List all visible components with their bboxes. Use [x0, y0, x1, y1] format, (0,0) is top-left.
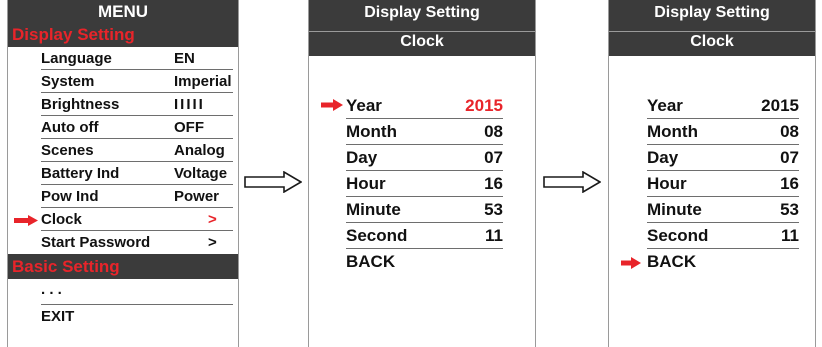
clock-row-day[interactable]: Day 07 [346, 145, 503, 171]
menu-item-label: Language [41, 50, 112, 67]
hollow-right-arrow-icon [543, 171, 601, 193]
clock-row-second[interactable]: Second 11 [346, 223, 503, 249]
clock-title-bar: Display Setting Clock [309, 0, 535, 56]
back-label: BACK [346, 252, 396, 271]
clock-row-label: Hour [346, 174, 386, 193]
menu-item-battery-ind[interactable]: Battery Ind Voltage [8, 162, 238, 185]
menu-item-auto-off[interactable]: Auto off OFF [8, 116, 238, 139]
screen-subtitle: Clock [400, 33, 444, 50]
clock-row-label: Day [346, 148, 378, 167]
clock-row-value: 11 [781, 226, 799, 245]
menu-item-value: OFF [174, 119, 204, 136]
clock-row-month[interactable]: Month 08 [647, 119, 799, 145]
clock-row-value: 08 [484, 122, 503, 141]
menu-item-value: Analog [174, 142, 225, 159]
chevron-right-icon: > [208, 211, 217, 228]
hollow-right-arrow-icon [244, 171, 302, 193]
screen-title: Display Setting [654, 4, 770, 21]
menu-item-label: Auto off [41, 119, 99, 136]
menu-item-label: Start Password [41, 234, 151, 251]
menu-title: MENU [8, 0, 238, 22]
divider [609, 31, 815, 32]
menu-item-label: System [41, 73, 95, 90]
clock-row-label: Month [647, 122, 698, 141]
clock-row-label: Month [346, 122, 397, 141]
clock-row-minute[interactable]: Minute 53 [647, 197, 799, 223]
clock-row-label: Year [647, 96, 683, 115]
clock-row-label: Minute [647, 200, 702, 219]
clock-row-year[interactable]: Year 2015 [647, 93, 799, 119]
menu-item-clock[interactable]: Clock > [8, 208, 238, 231]
menu-item-value: EN [174, 50, 195, 67]
menu-item-label: Scenes [41, 142, 94, 159]
clock-row-value: 11 [485, 226, 503, 245]
red-arrow-icon [321, 99, 343, 111]
clock-title-bar: Display Setting Clock [609, 0, 815, 56]
menu-item-pow-ind[interactable]: Pow Ind Power [8, 185, 238, 208]
menu-panel: MENU Display Setting Language EN System … [7, 0, 239, 347]
menu-item-label: . . . [41, 281, 62, 298]
brightness-level: IIIII [174, 96, 205, 113]
back-label: BACK [647, 252, 697, 271]
clock-row-label: Second [346, 226, 408, 245]
clock-row-value: 16 [484, 174, 503, 193]
menu-item-label: Pow Ind [41, 188, 99, 205]
clock-row-value: 08 [780, 122, 799, 141]
menu-item-value: Voltage [174, 165, 228, 182]
menu-item-value: Imperial [174, 73, 232, 90]
clock-row-value: 07 [780, 148, 799, 167]
menu-item-start-password[interactable]: Start Password > [8, 231, 238, 254]
screen-title: Display Setting [364, 4, 480, 21]
red-arrow-icon [621, 257, 641, 269]
clock-row-value: 07 [484, 148, 503, 167]
clock-row-year[interactable]: Year 2015 [346, 93, 503, 119]
clock-row-value: 16 [780, 174, 799, 193]
back-button[interactable]: BACK [647, 249, 799, 275]
screen-subtitle: Clock [690, 33, 734, 50]
clock-row-second[interactable]: Second 11 [647, 223, 799, 249]
menu-item-scenes[interactable]: Scenes Analog [8, 139, 238, 162]
menu-item-label: Brightness [41, 96, 120, 113]
clock-row-value: 53 [484, 200, 503, 219]
clock-row-value: 2015 [465, 96, 503, 115]
menu-item-brightness[interactable]: Brightness IIIII [8, 93, 238, 116]
back-button[interactable]: BACK [346, 249, 503, 275]
clock-row-label: Minute [346, 200, 401, 219]
clock-row-day[interactable]: Day 07 [647, 145, 799, 171]
clock-row-label: Year [346, 96, 382, 115]
clock-row-month[interactable]: Month 08 [346, 119, 503, 145]
menu-item-value: Power [174, 188, 220, 205]
clock-row-minute[interactable]: Minute 53 [346, 197, 503, 223]
menu-item-label: Battery Ind [41, 165, 120, 182]
clock-row-hour[interactable]: Hour 16 [346, 171, 503, 197]
clock-row-label: Second [647, 226, 709, 245]
chevron-right-icon: > [208, 234, 217, 251]
menu-item-more[interactable]: . . . [8, 279, 238, 305]
clock-panel-back-selected: Display Setting Clock Year 2015 Month 08… [608, 0, 816, 347]
menu-item-language[interactable]: Language EN [8, 47, 238, 70]
menu-item-system[interactable]: System Imperial [8, 70, 238, 93]
section-basic-setting[interactable]: Basic Setting [8, 254, 238, 279]
clock-row-label: Hour [647, 174, 687, 193]
clock-row-value: 53 [780, 200, 799, 219]
section-display-setting[interactable]: Display Setting [8, 22, 238, 47]
menu-item-exit[interactable]: EXIT [8, 305, 238, 330]
menu-item-label: Clock [41, 211, 82, 228]
divider [309, 31, 535, 32]
clock-row-value: 2015 [761, 96, 799, 115]
clock-row-label: Day [647, 148, 679, 167]
clock-panel-year-selected: Display Setting Clock Year 2015 Month 08… [308, 0, 536, 347]
clock-row-hour[interactable]: Hour 16 [647, 171, 799, 197]
menu-item-label: EXIT [41, 308, 75, 325]
red-arrow-icon [14, 215, 38, 226]
